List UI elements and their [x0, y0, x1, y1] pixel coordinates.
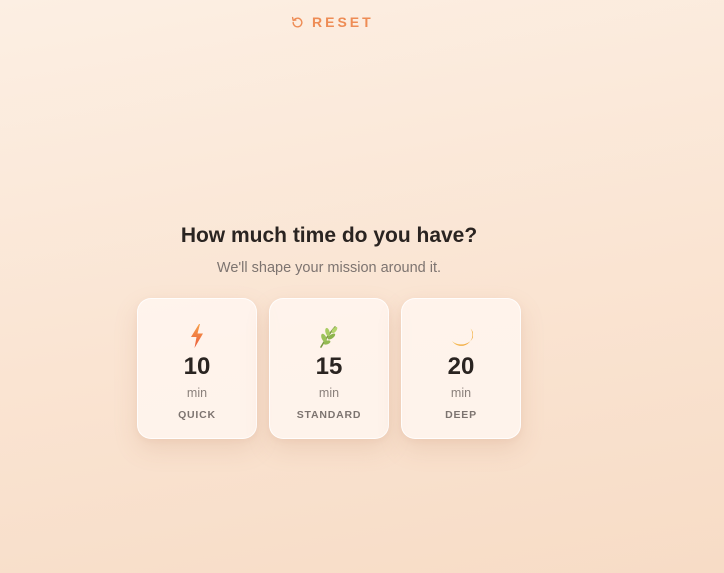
option-unit: min — [450, 386, 472, 400]
time-option-standard[interactable]: 15 min STANDARD — [269, 298, 389, 439]
reset-label: RESET — [312, 14, 374, 30]
page-title: How much time do you have? — [180, 224, 478, 247]
rotate-ccw-icon — [291, 16, 304, 29]
reset-button[interactable]: RESET — [291, 14, 374, 30]
option-unit: min — [318, 386, 340, 400]
option-label: DEEP — [445, 409, 477, 421]
page-subtitle: We'll shape your mission around it. — [216, 260, 442, 276]
option-value: 15 — [315, 353, 343, 380]
option-unit: min — [186, 386, 208, 400]
leaf-icon — [270, 324, 388, 348]
time-options: 10 min QUICK 15 min STANDARD 20 min DEEP — [137, 298, 521, 439]
option-label: STANDARD — [296, 409, 362, 421]
time-option-deep[interactable]: 20 min DEEP — [401, 298, 521, 439]
moon-icon — [402, 324, 520, 348]
lightning-icon — [138, 324, 256, 348]
option-value: 10 — [183, 353, 211, 380]
option-label: QUICK — [178, 409, 216, 421]
time-option-quick[interactable]: 10 min QUICK — [137, 298, 257, 439]
option-value: 20 — [447, 353, 475, 380]
